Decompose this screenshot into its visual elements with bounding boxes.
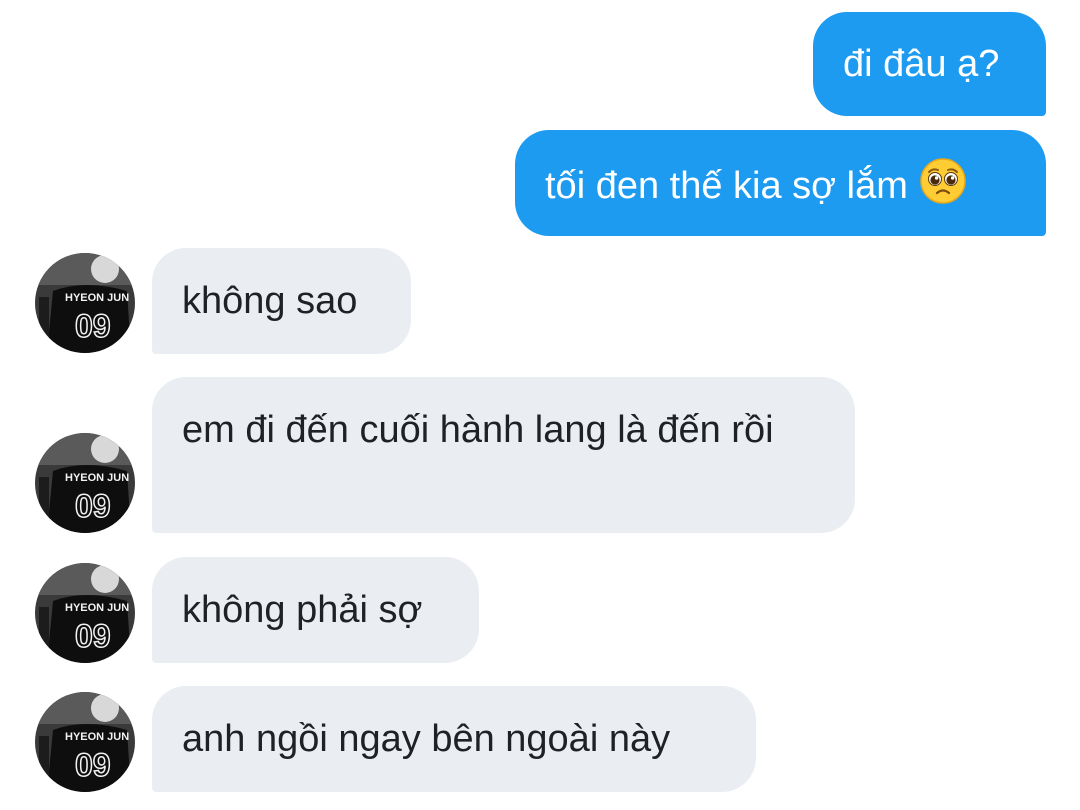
received-message[interactable]: không phải sợ (152, 557, 479, 663)
contact-avatar[interactable]: HYEON JUN 09 (35, 692, 135, 792)
jersey-number-text: 09 (75, 747, 111, 783)
contact-avatar[interactable]: HYEON JUN 09 (35, 253, 135, 353)
jersey-number-text: 09 (75, 308, 111, 344)
message-text: anh ngồi ngay bên ngoài này (182, 718, 671, 760)
jersey-name-text: HYEON JUN (65, 602, 129, 614)
message-text: đi đâu ạ? (843, 43, 1000, 85)
pleading-face-emoji-icon (920, 158, 966, 217)
contact-avatar[interactable]: HYEON JUN 09 (35, 433, 135, 533)
jersey-number-text: 09 (75, 618, 111, 654)
jersey-number-text: 09 (75, 488, 111, 524)
sent-message[interactable]: tối đen thế kia sợ lắm (515, 130, 1046, 236)
jersey-name-text: HYEON JUN (65, 472, 129, 484)
received-message[interactable]: anh ngồi ngay bên ngoài này (152, 686, 756, 792)
jersey-name-text: HYEON JUN (65, 292, 129, 304)
message-text: không sao (182, 280, 358, 322)
message-text: không phải sợ (182, 589, 423, 631)
jersey-name-text: HYEON JUN (65, 731, 129, 743)
contact-avatar[interactable]: HYEON JUN 09 (35, 563, 135, 663)
message-text: tối đen thế kia sợ lắm (545, 165, 908, 207)
chat-thread: đi đâu ạ? tối đen thế kia sợ lắm HYEON J… (0, 0, 1080, 810)
message-text: em đi đến cuối hành lang là đến rồi (182, 409, 774, 451)
received-message[interactable]: không sao (152, 248, 411, 354)
sent-message[interactable]: đi đâu ạ? (813, 12, 1046, 116)
received-message[interactable]: em đi đến cuối hành lang là đến rồi (152, 377, 855, 533)
